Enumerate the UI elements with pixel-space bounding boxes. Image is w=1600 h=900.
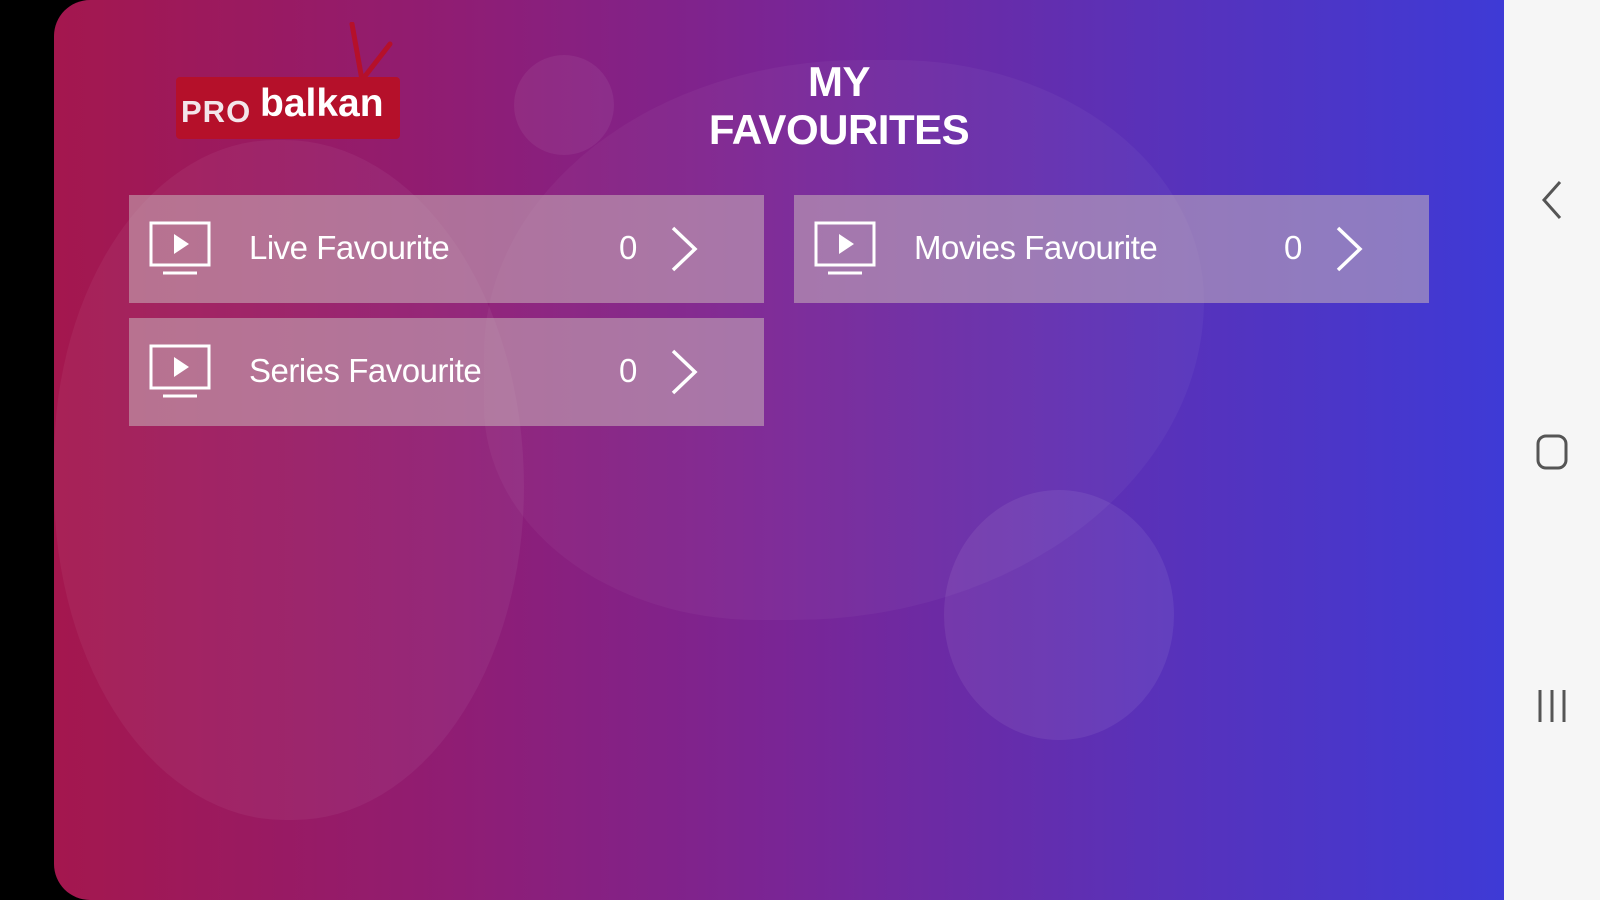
background-shape xyxy=(514,55,614,155)
card-label: Live Favourite xyxy=(249,229,450,266)
back-chevron-icon[interactable] xyxy=(1532,178,1572,222)
live-favourite-card[interactable]: Live Favourite 0 xyxy=(129,195,764,303)
app-logo: PRO balkan xyxy=(176,22,406,142)
chevron-right-icon xyxy=(671,349,698,395)
card-count: 0 xyxy=(619,352,638,389)
tv-play-icon xyxy=(149,221,211,275)
chevron-right-icon xyxy=(671,226,698,272)
card-label: Movies Favourite xyxy=(914,229,1158,266)
card-label: Series Favourite xyxy=(249,352,482,389)
tv-play-icon xyxy=(149,344,211,398)
screen-bezel xyxy=(0,0,56,900)
tv-play-icon xyxy=(814,221,876,275)
system-navigation-bar xyxy=(1504,0,1600,900)
chevron-right-icon xyxy=(1336,226,1363,272)
recent-apps-icon[interactable] xyxy=(1532,684,1572,728)
movies-favourite-card[interactable]: Movies Favourite 0 xyxy=(794,195,1429,303)
card-count: 0 xyxy=(1284,229,1303,266)
home-square-icon[interactable] xyxy=(1532,430,1572,474)
background-shape xyxy=(944,490,1174,740)
page-title: MY FAVOURITES xyxy=(708,58,970,153)
card-count: 0 xyxy=(619,229,638,266)
logo-pro-text: PRO xyxy=(181,94,252,129)
app-screen: PRO balkan MY FAVOURITES Live Favourite … xyxy=(54,0,1504,900)
logo-name-text: balkan xyxy=(260,82,384,125)
series-favourite-card[interactable]: Series Favourite 0 xyxy=(129,318,764,426)
